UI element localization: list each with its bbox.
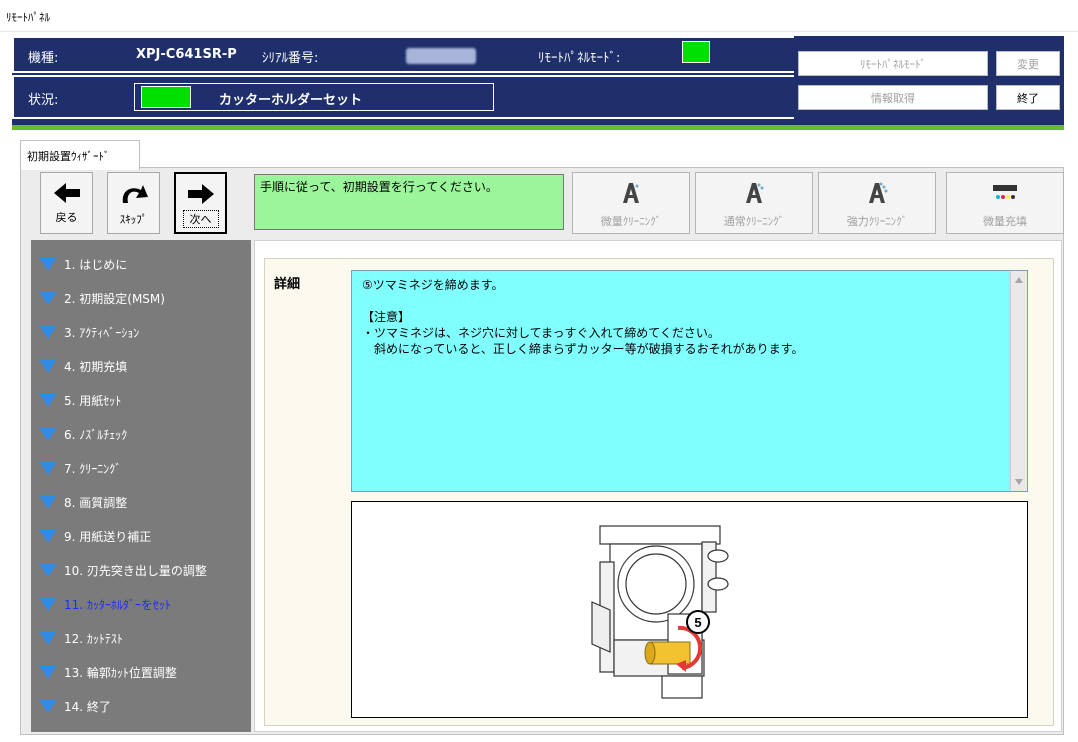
step-label: 13. 輪郭ｶｯﾄ位置調整 [64,665,177,680]
micro-fill-label: 微量充填 [983,215,1027,228]
ink-fill-icon [993,185,1017,199]
triangle-down-icon [39,461,57,475]
strong-cleaning-label: 強力ｸﾘｰﾆﾝｸﾞ [846,215,908,228]
step-item[interactable]: 1. はじめに [31,250,251,278]
detail-label: 詳細 [274,277,301,292]
illustration-box: 5 [351,501,1028,718]
steps-sidebar: 1. はじめに 2. 初期設定(MSM) 3. ｱｸﾃｨﾍﾞｰｼｮﾝ 4. 初期… [31,240,251,732]
triangle-down-icon [39,393,57,407]
step-label: 14. 終了 [64,699,111,714]
micro-cleaning-button[interactable]: 微量ｸﾘｰﾆﾝｸﾞ [572,172,690,234]
tab-label: 初期設置ｳｨｻﾞｰﾄﾞ [27,149,110,163]
step-label: 4. 初期充填 [64,359,128,374]
triangle-down-icon [39,325,57,339]
window-title: ﾘﾓｰﾄﾊﾟﾈﾙ [6,11,50,24]
detail-line: ⑤ツマミネジを締めます。 [362,278,504,292]
step-label: 11. ｶｯﾀｰﾎﾙﾀﾞｰをｾｯﾄ [64,597,171,612]
step-number-badge: 5 [694,615,701,630]
step-label: 7. ｸﾘｰﾆﾝｸﾞ [64,461,122,476]
triangle-down-icon [39,427,57,441]
back-button[interactable]: 戻る [40,172,93,234]
strong-cleaning-button[interactable]: 強力ｸﾘｰﾆﾝｸﾞ [818,172,936,234]
step-item[interactable]: 12. ｶｯﾄﾃｽﾄ [31,624,251,652]
step-label: 6. ﾉｽﾞﾙﾁｪｯｸ [64,427,128,442]
remote-mode-indicator [682,41,710,63]
step-item[interactable]: 13. 輪郭ｶｯﾄ位置調整 [31,658,251,686]
normal-cleaning-label: 通常ｸﾘｰﾆﾝｸﾞ [723,215,785,228]
step-label: 12. ｶｯﾄﾃｽﾄ [64,631,123,646]
cutter-holder-illustration: 5 [591,525,729,699]
scroll-down-arrow-icon[interactable] [1015,479,1023,485]
triangle-down-icon [39,631,57,645]
tab-initial-setup-wizard[interactable]: 初期設置ｳｨｻﾞｰﾄﾞ [20,140,140,170]
triangle-down-icon [39,597,57,611]
skip-button[interactable]: ｽｷｯﾌﾟ [107,172,160,234]
redo-arrow-icon [122,185,148,203]
status-box: カッターホルダーセット [134,83,494,111]
header-stripe [12,125,1064,130]
step-item[interactable]: 5. 用紙ｾｯﾄ [31,386,251,414]
remote-mode-label: ﾘﾓｰﾄﾊﾟﾈﾙﾓｰﾄﾞ: [538,51,621,66]
skip-label: ｽｷｯﾌﾟ [119,213,148,226]
step-label: 3. ｱｸﾃｨﾍﾞｰｼｮﾝ [64,325,140,340]
triangle-down-icon [39,495,57,509]
triangle-down-icon [39,699,57,713]
triangle-down-icon [39,665,57,679]
cleaning-head-icon [869,182,888,203]
triangle-down-icon [39,359,57,373]
serial-value-redacted [406,48,476,64]
exit-button[interactable]: 終了 [996,85,1060,110]
step-item[interactable]: 14. 終了 [31,692,251,720]
get-info-button[interactable]: 情報取得 [798,85,988,110]
title-bar: ﾘﾓｰﾄﾊﾟﾈﾙ [0,0,1078,32]
arrow-right-icon [187,184,214,204]
instruction-box: 手順に従って、初期設置を行ってください。 [254,174,564,230]
step-item[interactable]: 3. ｱｸﾃｨﾍﾞｰｼｮﾝ [31,318,251,346]
detail-line: 【注意】 [362,310,411,324]
step-label: 10. 刃先突き出し量の調整 [64,563,207,578]
step-item[interactable]: 7. ｸﾘｰﾆﾝｸﾞ [31,454,251,482]
step-label: 5. 用紙ｾｯﾄ [64,393,122,408]
step-item[interactable]: 6. ﾉｽﾞﾙﾁｪｯｸ [31,420,251,448]
scroll-up-arrow-icon[interactable] [1015,277,1023,283]
step-item[interactable]: 4. 初期充填 [31,352,251,380]
header-info-row: 機種: XPJ-C641SR-P ｼﾘｱﾙ番号: ﾘﾓｰﾄﾊﾟﾈﾙﾓｰﾄﾞ: [12,36,794,73]
arrow-left-icon [53,183,80,203]
next-label: 次へ [182,210,219,228]
normal-cleaning-button[interactable]: 通常ｸﾘｰﾆﾝｸﾞ [695,172,813,234]
status-indicator [141,86,191,108]
remote-mode-button[interactable]: ﾘﾓｰﾄﾊﾟﾈﾙﾓｰﾄﾞ [798,51,988,76]
status-label: 状況: [28,93,59,108]
micro-fill-button[interactable]: 微量充填 [946,172,1064,234]
header-bar: 機種: XPJ-C641SR-P ｼﾘｱﾙ番号: ﾘﾓｰﾄﾊﾟﾈﾙﾓｰﾄﾞ: 状… [12,36,1064,128]
step-label: 2. 初期設定(MSM) [64,291,165,306]
triangle-down-icon [39,529,57,543]
cleaning-head-icon [746,183,764,203]
cleaning-head-icon [623,183,639,203]
step-label: 8. 画質調整 [64,495,128,510]
step-label: 1. はじめに [64,257,128,272]
detail-line: 斜めになっていると、正しく締まらずカッター等が破損するおそれがあります。 [362,342,804,356]
step-item[interactable]: 2. 初期設定(MSM) [31,284,251,312]
status-value: カッターホルダーセット [219,93,363,108]
header-status-row: 状況: カッターホルダーセット [12,75,794,119]
next-button[interactable]: 次へ [174,172,227,234]
micro-cleaning-label: 微量ｸﾘｰﾆﾝｸﾞ [600,215,662,228]
triangle-down-icon [39,563,57,577]
step-item-active[interactable]: 11. ｶｯﾀｰﾎﾙﾀﾞｰをｾｯﾄ [31,590,251,618]
serial-label: ｼﾘｱﾙ番号: [262,51,319,66]
back-label: 戻る [55,211,78,224]
triangle-down-icon [39,291,57,305]
change-button[interactable]: 変更 [996,51,1060,76]
step-item[interactable]: 8. 画質調整 [31,488,251,516]
model-label: 機種: [28,51,59,66]
vertical-scrollbar[interactable] [1010,271,1027,491]
detail-textarea[interactable]: ⑤ツマミネジを締めます。 【注意】 ・ツマミネジは、ネジ穴に対してまっすぐ入れて… [351,270,1028,492]
detail-line: ・ツマミネジは、ネジ穴に対してまっすぐ入れて締めてください。 [362,326,720,340]
triangle-down-icon [39,257,57,271]
step-item[interactable]: 9. 用紙送り補正 [31,522,251,550]
step-label: 9. 用紙送り補正 [64,529,152,544]
step-item[interactable]: 10. 刃先突き出し量の調整 [31,556,251,584]
model-value: XPJ-C641SR-P [136,47,237,62]
